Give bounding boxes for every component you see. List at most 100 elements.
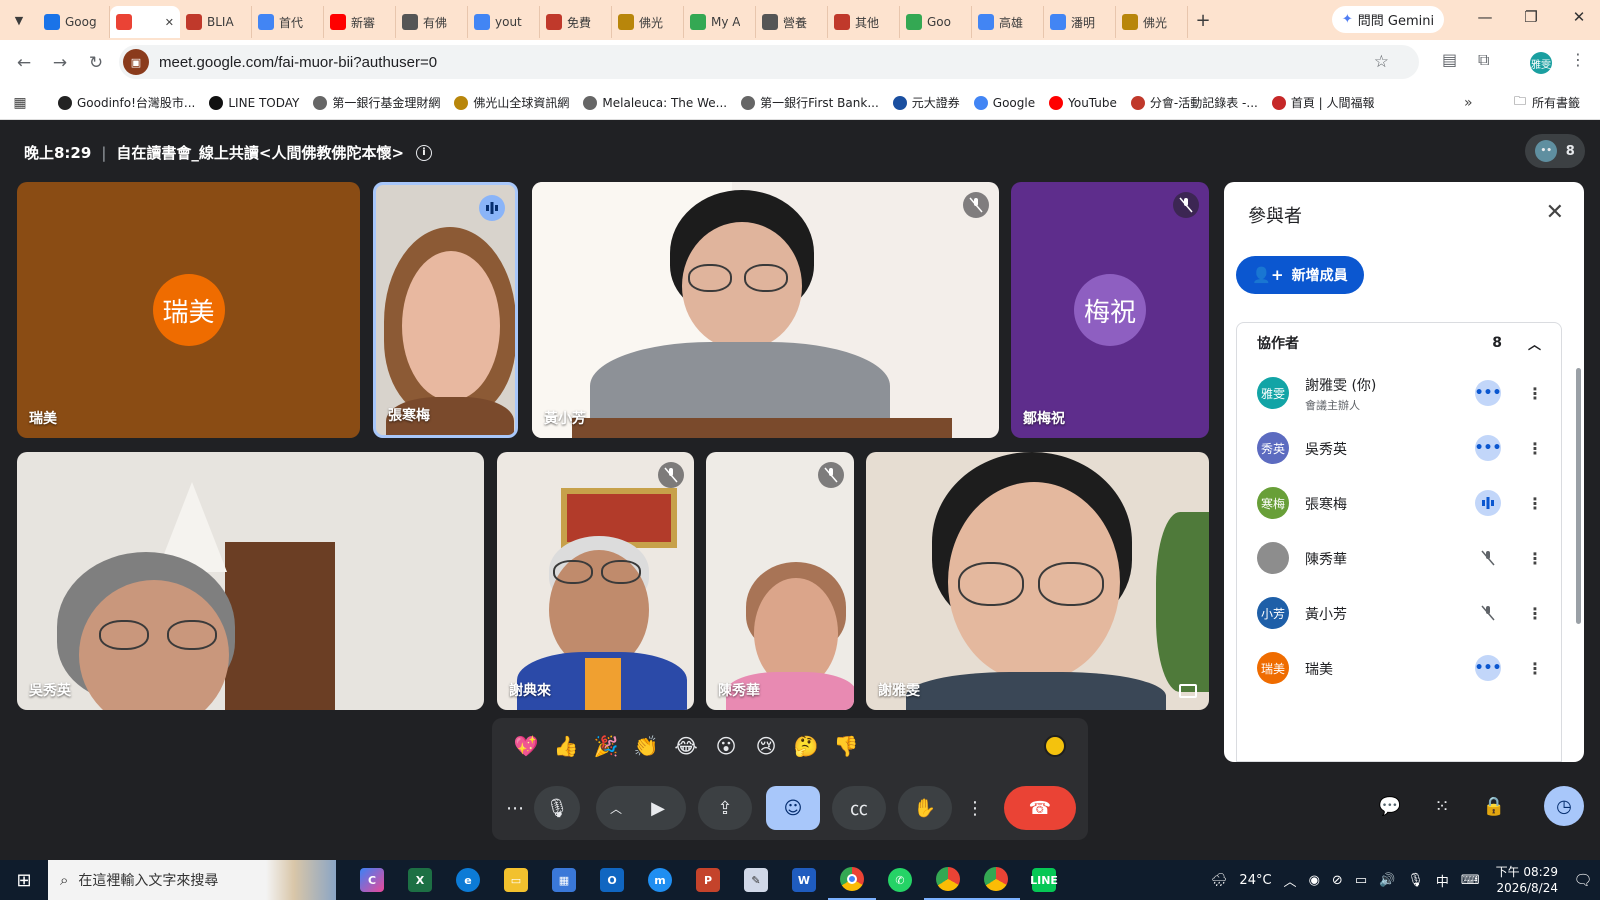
weather-icon[interactable]: 🌧 [1211, 873, 1228, 888]
video-tile[interactable]: 謝典來 [497, 452, 694, 710]
keyboard-icon[interactable]: ⌨ [1461, 873, 1480, 888]
excel-app-icon[interactable]: X [396, 860, 444, 900]
browser-tab[interactable]: yout [468, 6, 540, 38]
reaction-emoji[interactable]: 💖 [506, 734, 546, 758]
browser-tab[interactable]: Goog [38, 6, 110, 38]
microphone-tray-icon[interactable]: 🎙 [1407, 873, 1424, 888]
chevron-up-icon[interactable]: ︿ [1528, 334, 1541, 353]
apps-grid-icon[interactable]: ▦ [0, 95, 40, 111]
bookmark-item[interactable]: 第一銀行First Bank... [741, 94, 879, 111]
ime-indicator[interactable]: 中 [1436, 871, 1449, 890]
bookmark-item[interactable]: 元大證券 [892, 94, 960, 111]
camera-button[interactable]: ︿ ▶ [596, 786, 686, 830]
restore-button[interactable]: ❐ [1516, 8, 1546, 26]
more-options-dots-icon[interactable]: ⋯ [502, 786, 528, 830]
gemini-button[interactable]: ✦ 問問 Gemini [1332, 6, 1444, 33]
chevron-up-icon[interactable]: ︿ [610, 800, 622, 817]
more-options-icon[interactable]: ⋮ [1527, 494, 1543, 513]
activities-icon[interactable]: ⁙ [1422, 786, 1462, 826]
browser-tab[interactable]: 免費 [540, 6, 612, 38]
system-clock[interactable]: 下午 08:29 2026/8/24 [1496, 864, 1558, 896]
video-tile[interactable]: 陳秀華 [706, 452, 854, 710]
reaction-emoji[interactable]: 🎉 [586, 734, 626, 758]
host-controls-icon[interactable]: 🔒 [1474, 786, 1514, 826]
participant-row[interactable]: 陳秀華 ⋮ [1237, 530, 1561, 586]
browser-tab[interactable]: Goo [900, 6, 972, 38]
paint-app-icon[interactable]: ✎ [732, 860, 780, 900]
more-options-icon[interactable]: ⋮ [1527, 439, 1543, 458]
tab-search-chevron-icon[interactable]: ▼ [0, 0, 38, 40]
bookmark-item[interactable]: YouTube [1049, 95, 1117, 110]
bookmark-item[interactable]: 首頁 | 人間福報 [1271, 94, 1375, 111]
extensions-icon[interactable]: ⧉ [1478, 50, 1489, 70]
reaction-emoji[interactable]: 👎 [826, 734, 866, 758]
browser-tab[interactable]: 佛光 [612, 6, 684, 38]
microphone-button[interactable]: 🎙 [534, 786, 580, 830]
forward-arrow-icon[interactable]: → [42, 53, 78, 73]
bookmark-item[interactable]: LINE TODAY [209, 95, 299, 110]
browser-tab[interactable]: 潘明 [1044, 6, 1116, 38]
video-tile[interactable]: 瑞美 瑞美 [17, 182, 360, 438]
messenger-app-icon[interactable]: m [636, 860, 684, 900]
browser-tab[interactable]: My A [684, 6, 756, 38]
video-tile[interactable]: 謝雅雯 [866, 452, 1209, 710]
more-options-icon[interactable]: ⋮ [962, 786, 988, 830]
info-icon[interactable]: i [416, 144, 433, 161]
browser-tab[interactable]: 首代 [252, 6, 324, 38]
add-people-button[interactable]: 👤+ 新增成員 [1236, 256, 1364, 294]
more-bookmarks-icon[interactable]: » [1464, 95, 1473, 111]
whatsapp-app-icon[interactable]: ✆ [876, 860, 924, 900]
chrome-profile-2-app-icon[interactable] [972, 860, 1020, 900]
participant-row[interactable]: 瑞美 瑞美 ••• ⋮ [1237, 640, 1561, 696]
browser-tab[interactable]: 新審 [324, 6, 396, 38]
close-window-button[interactable]: ✕ [1564, 8, 1594, 26]
participant-count-chip[interactable]: •• 8 [1525, 134, 1585, 168]
browser-tab[interactable]: 佛光 [1116, 6, 1188, 38]
close-tab-icon[interactable]: ✕ [165, 16, 174, 29]
reaction-emoji[interactable]: 😢 [746, 734, 786, 758]
media-control-icon[interactable]: ▤ [1442, 50, 1457, 69]
word-app-icon[interactable]: W [780, 860, 828, 900]
chrome-menu-icon[interactable]: ⋮ [1570, 50, 1586, 69]
browser-tab[interactable]: 其他 [828, 6, 900, 38]
reactions-button[interactable]: ☺ [766, 786, 820, 830]
video-tile[interactable]: 黃小芳 [532, 182, 999, 438]
browser-tab[interactable]: 有佛 [396, 6, 468, 38]
new-tab-button[interactable]: + [1188, 10, 1218, 31]
bookmark-item[interactable]: 佛光山全球資訊網 [454, 94, 569, 111]
reaction-emoji[interactable]: 👏 [626, 734, 666, 758]
tray-expand-chevron-icon[interactable]: ︿ [1284, 871, 1297, 890]
outlook-app-icon[interactable]: O [588, 860, 636, 900]
video-tile[interactable]: 張寒梅 [373, 182, 518, 438]
powerpoint-app-icon[interactable]: P [684, 860, 732, 900]
participant-row[interactable]: 雅雯 謝雅雯 (你) 會議主辦人 ••• ⋮ [1237, 365, 1561, 421]
reaction-emoji[interactable]: 👍 [546, 734, 586, 758]
collaborators-header[interactable]: 協作者 8 ︿ [1237, 323, 1561, 363]
bookmark-item[interactable]: Google [973, 95, 1035, 110]
bookmark-star-icon[interactable]: ☆ [1374, 52, 1389, 72]
address-bar[interactable]: ▣ meet.google.com/fai-muor-bii?authuser=… [119, 45, 1419, 79]
participant-row[interactable]: 秀英 吳秀英 ••• ⋮ [1237, 420, 1561, 476]
reaction-emoji[interactable]: 🤔 [786, 734, 826, 758]
browser-tab-active[interactable]: ✕ [110, 6, 180, 38]
picture-in-picture-icon[interactable] [1179, 684, 1197, 698]
browser-tab[interactable]: 營養 [756, 6, 828, 38]
close-panel-icon[interactable]: ✕ [1546, 200, 1564, 225]
meeting-timer-icon[interactable]: ◷ [1544, 786, 1584, 826]
meet-tray-icon[interactable]: ◉ [1309, 873, 1320, 888]
chrome-app-icon[interactable] [828, 860, 876, 900]
chat-icon[interactable]: 💬 [1370, 786, 1410, 826]
volume-icon[interactable]: 🔊 [1379, 873, 1395, 888]
video-tile[interactable]: 梅祝 鄒梅祝 [1011, 182, 1209, 438]
profile-avatar[interactable]: 雅雯 [1530, 52, 1552, 74]
bookmark-item[interactable]: Goodinfo!台灣股市... [58, 94, 195, 111]
all-bookmarks-button[interactable]: 🗀 所有書籤 [1514, 92, 1580, 113]
reaction-emoji[interactable]: 😮 [706, 734, 746, 758]
chrome-profile-app-icon[interactable] [924, 860, 972, 900]
bookmark-item[interactable]: 分會-活動記錄表 -... [1130, 94, 1258, 111]
skin-tone-selector[interactable] [1044, 735, 1066, 757]
back-arrow-icon[interactable]: ← [6, 53, 42, 73]
more-options-icon[interactable]: ⋮ [1527, 384, 1543, 403]
bookmark-item[interactable]: 第一銀行基金理財網 [313, 94, 440, 111]
url-text[interactable]: meet.google.com/fai-muor-bii?authuser=0 [159, 54, 437, 71]
